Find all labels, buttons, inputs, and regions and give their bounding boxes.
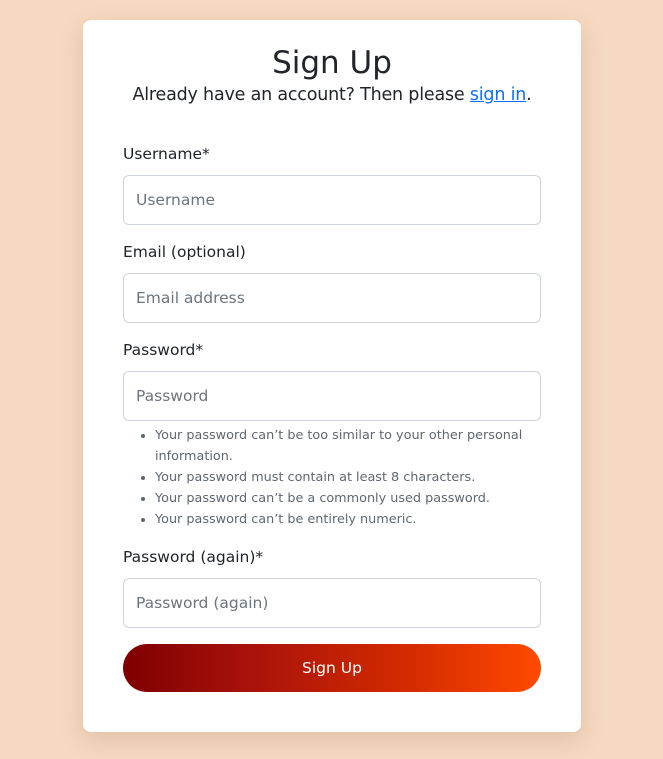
email-label: Email (optional) <box>123 243 246 261</box>
password-requirements-list: Your password can’t be too similar to yo… <box>123 425 523 530</box>
password-requirement: Your password must contain at least 8 ch… <box>155 467 523 488</box>
signup-card: Sign Up Already have an account? Then pl… <box>83 20 581 732</box>
password-label: Password* <box>123 341 204 359</box>
username-label: Username* <box>123 145 210 163</box>
signin-prompt-text: Already have an account? Then please <box>132 85 470 105</box>
password-again-input[interactable] <box>123 578 541 628</box>
password-again-label: Password (again)* <box>123 548 264 566</box>
password-requirement: Your password can’t be too similar to yo… <box>155 425 523 467</box>
signin-prompt: Already have an account? Then please sig… <box>83 83 581 107</box>
password-requirement: Your password can’t be entirely numeric. <box>155 509 523 530</box>
password-input[interactable] <box>123 371 541 421</box>
signup-button[interactable]: Sign Up <box>123 644 541 692</box>
username-input[interactable] <box>123 175 541 225</box>
signin-prompt-suffix: . <box>526 85 532 105</box>
signin-link[interactable]: sign in <box>470 85 526 105</box>
page-title: Sign Up <box>272 45 392 81</box>
password-requirement: Your password can’t be a commonly used p… <box>155 488 523 509</box>
email-input[interactable] <box>123 273 541 323</box>
